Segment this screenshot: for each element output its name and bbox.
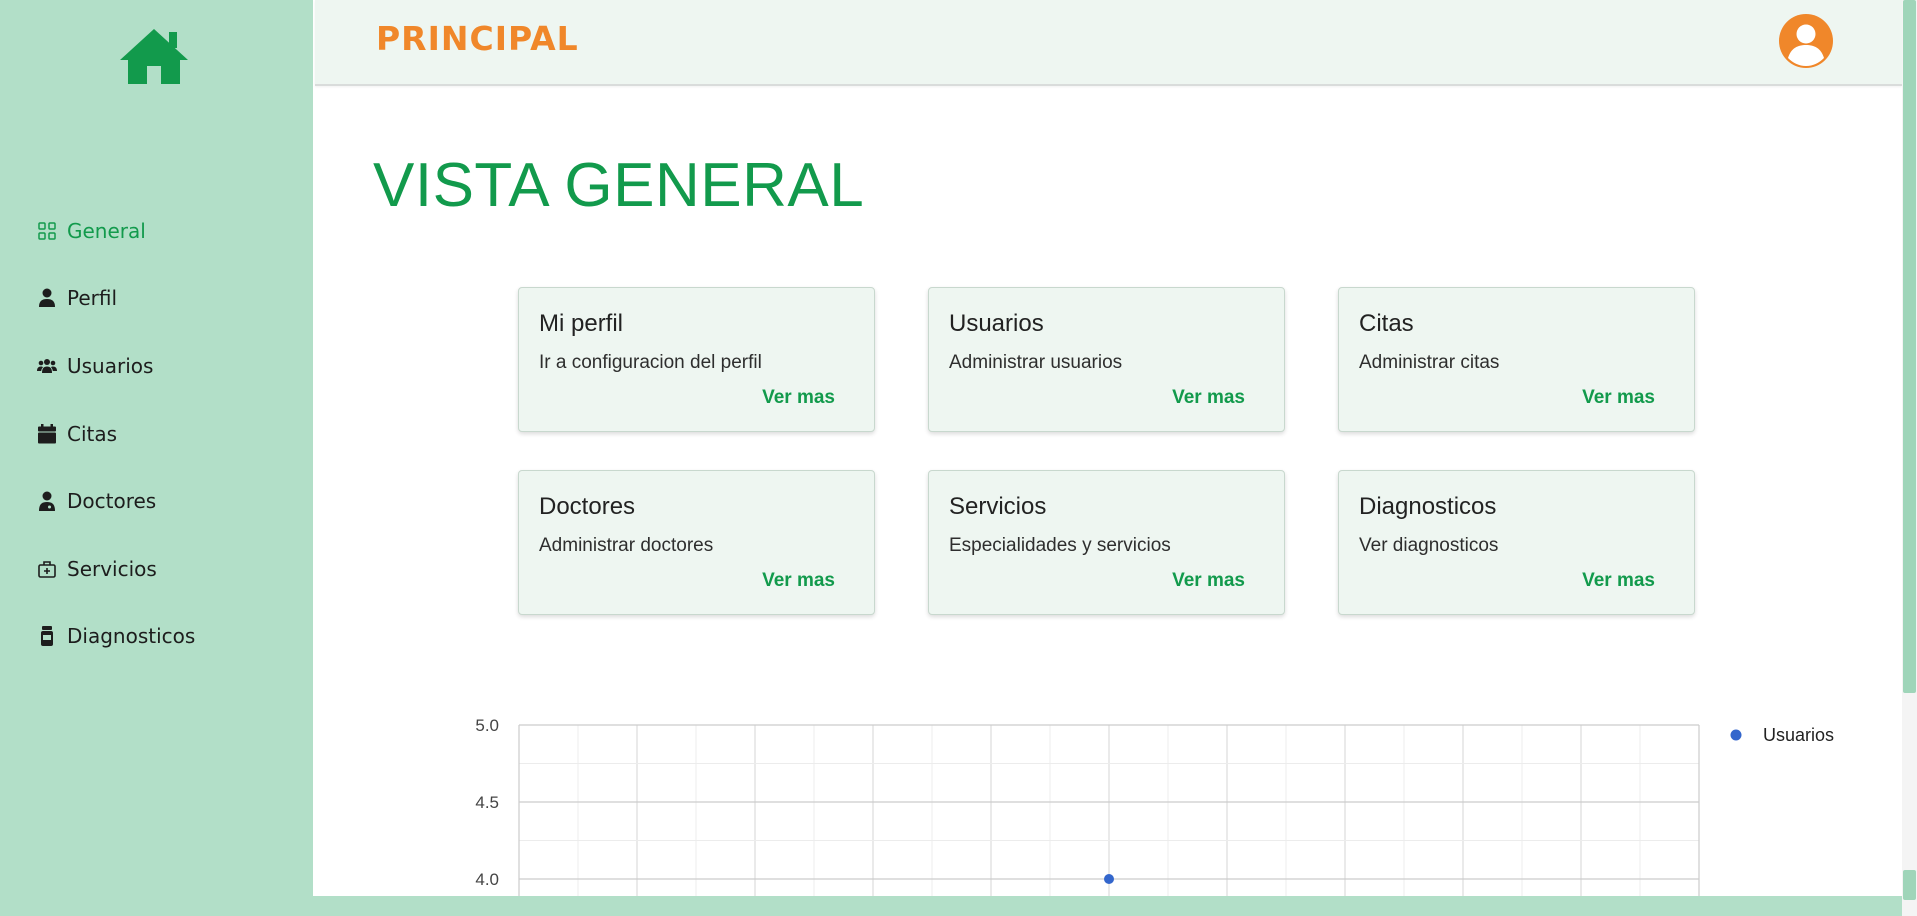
- person-icon: [37, 288, 57, 308]
- medkit-icon: [37, 559, 57, 579]
- card-servicios: Servicios Especialidades y servicios Ver…: [928, 470, 1285, 615]
- card-title: Citas: [1359, 310, 1414, 337]
- legend-marker: [1730, 729, 1742, 741]
- calendar-icon: [37, 423, 57, 444]
- card-title: Diagnosticos: [1359, 493, 1497, 520]
- sidebar-item-label: Diagnosticos: [67, 624, 196, 649]
- sidebar-item-perfil[interactable]: Perfil: [37, 265, 195, 333]
- card-mi-perfil: Mi perfil Ir a configuracion del perfil …: [518, 287, 875, 432]
- data-point: [1104, 874, 1114, 884]
- top-bar: PRINCIPAL: [315, 0, 1902, 86]
- vertical-scrollbar-thumb[interactable]: [1903, 0, 1916, 693]
- ver-mas-link[interactable]: Ver mas: [762, 570, 835, 592]
- brand-title: PRINCIPAL: [376, 19, 579, 58]
- usuarios-chart: 5.0 4.5 4.0 Usuarios: [475, 716, 1834, 896]
- card-title: Servicios: [949, 493, 1047, 520]
- home-icon[interactable]: [117, 26, 191, 86]
- ver-mas-link[interactable]: Ver mas: [762, 387, 835, 409]
- sidebar-item-label: Doctores: [67, 489, 157, 514]
- ver-mas-link[interactable]: Ver mas: [1582, 387, 1655, 409]
- card-description: Ver diagnosticos: [1359, 535, 1499, 556]
- sidebar-item-usuarios[interactable]: Usuarios: [37, 332, 195, 400]
- sidebar-item-diagnosticos[interactable]: Diagnosticos: [37, 603, 195, 671]
- grid-icon: [37, 221, 57, 241]
- card-description: Ir a configuracion del perfil: [539, 352, 762, 373]
- sidebar-nav: General Perfil Usuarios Citas Doctores S…: [37, 197, 195, 670]
- card-description: Administrar usuarios: [949, 352, 1123, 373]
- card-usuarios: Usuarios Administrar usuarios Ver mas: [928, 287, 1285, 432]
- card-citas: Citas Administrar citas Ver mas: [1338, 287, 1695, 432]
- sidebar-item-label: Usuarios: [67, 353, 154, 378]
- card-description: Especialidades y servicios: [949, 535, 1171, 556]
- card-description: Administrar citas: [1359, 352, 1500, 373]
- sidebar-item-label: Citas: [67, 421, 118, 446]
- sidebar-item-label: Perfil: [67, 286, 118, 311]
- card-title: Doctores: [539, 493, 636, 520]
- user-avatar-icon[interactable]: [1778, 13, 1834, 69]
- card-title: Mi perfil: [539, 310, 624, 337]
- sidebar-item-label: General: [67, 218, 146, 243]
- pill-bottle-icon: [37, 626, 57, 647]
- vertical-scrollbar-end[interactable]: [1903, 870, 1916, 900]
- sidebar-item-doctores[interactable]: Doctores: [37, 467, 195, 535]
- card-doctores: Doctores Administrar doctores Ver mas: [518, 470, 875, 615]
- sidebar-item-servicios[interactable]: Servicios: [37, 535, 195, 603]
- sidebar-item-label: Servicios: [67, 556, 157, 581]
- ver-mas-link[interactable]: Ver mas: [1172, 387, 1245, 409]
- y-tick-label: 4.0: [475, 870, 499, 889]
- y-tick-label: 5.0: [475, 716, 499, 735]
- ver-mas-link[interactable]: Ver mas: [1172, 570, 1245, 592]
- ver-mas-link[interactable]: Ver mas: [1582, 570, 1655, 592]
- sidebar-item-citas[interactable]: Citas: [37, 400, 195, 468]
- page-title: VISTA GENERAL: [373, 151, 865, 220]
- users-icon: [37, 356, 57, 376]
- sidebar-item-general[interactable]: General: [37, 197, 195, 265]
- card-description: Administrar doctores: [539, 535, 714, 556]
- doctor-icon: [37, 491, 57, 512]
- card-title: Usuarios: [949, 310, 1044, 337]
- sidebar: General Perfil Usuarios Citas Doctores S…: [0, 0, 313, 916]
- legend-label: Usuarios: [1763, 725, 1834, 745]
- y-tick-label: 4.5: [475, 793, 499, 812]
- horizontal-scrollbar[interactable]: [22, 896, 1902, 916]
- card-diagnosticos: Diagnosticos Ver diagnosticos Ver mas: [1338, 470, 1695, 615]
